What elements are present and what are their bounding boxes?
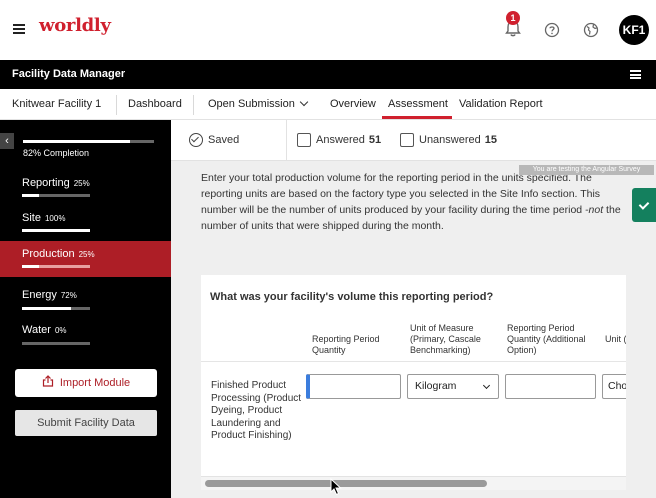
section-name: Production [22,248,75,260]
testing-badge: You are testing the Angular Survey [519,165,654,175]
divider [201,361,626,362]
answered-filter[interactable]: Answered 51 [316,134,381,146]
section-percent: 100% [44,214,66,223]
sidebar-item-energy[interactable]: Energy 72% [0,282,171,318]
unanswered-label: Unanswered [419,134,481,146]
section-progress [22,194,90,197]
sidebar-item-label: Production 25% [22,248,95,260]
globe-icon[interactable] [583,22,599,38]
unanswered-checkbox[interactable] [400,133,414,147]
horizontal-scrollbar[interactable] [201,476,626,490]
worldly-logo[interactable]: worldly [39,15,111,36]
status-bar: Saved Answered 51 Unanswered 15 [171,120,656,161]
additional-quantity-input[interactable] [505,374,596,399]
saved-status: Saved [208,134,240,146]
additional-unit-select[interactable]: Cho [602,374,626,399]
section-name: Water [22,324,51,336]
checkmark-icon[interactable] [632,188,656,222]
column-header: Reporting Period Quantity (Additional Op… [507,323,586,355]
section-percent: 25% [73,179,90,188]
import-module-label: Import Module [59,377,131,389]
answered-label: Answered [316,134,365,146]
app-bar: Facility Data Manager [0,60,656,89]
tab-overview[interactable]: Overview [330,98,376,110]
sidebar: ‹ 82% Completion Reporting 25% Site 100% P… [0,120,171,498]
answered-checkbox[interactable] [297,133,311,147]
quantity-input[interactable] [306,374,401,399]
facility-name: Knitwear Facility 1 [12,98,102,110]
completion-bar [23,140,154,143]
dashboard-link[interactable]: Dashboard [128,98,182,110]
hamburger-icon[interactable] [13,24,25,34]
sidebar-item-label: Reporting 25% [22,177,90,189]
sidebar-item-reporting[interactable]: Reporting 25% [0,170,171,206]
completion-label: 82% Completion [23,148,90,158]
instructions-text: Enter your total production volume for t… [201,172,601,216]
completion-bar-fill [23,140,131,143]
column-header: Reporting Period Quantity [312,334,380,355]
section-progress [22,229,90,232]
section-name: Reporting [22,177,70,189]
question-card: What was your facility's volume this rep… [201,275,626,490]
section-progress-fill [22,307,71,310]
upload-icon [42,375,53,387]
answered-count: 51 [368,134,382,146]
unit-select-value: Kilogram [415,380,457,392]
section-progress [22,265,90,268]
app-title: Facility Data Manager [12,68,126,80]
active-tab-indicator [382,116,452,119]
divider [193,95,194,115]
column-header: Unit (Add [605,334,626,344]
divider [116,95,117,115]
section-progress-fill [22,265,39,268]
sidebar-item-water[interactable]: Water 0% [0,317,171,353]
tab-assessment[interactable]: Assessment [388,98,448,110]
sidebar-item-production[interactable]: Production 25% [0,241,171,277]
section-progress [22,307,90,310]
row-label: Finished Product Processing (Product Dye… [211,380,302,442]
section-progress-fill [22,229,90,232]
chevron-down-icon [299,97,309,107]
chevron-down-icon [482,381,491,390]
submit-facility-data-button[interactable]: Submit Facility Data [15,410,157,436]
divider [286,120,287,161]
question-instructions: Enter your total production volume for t… [201,170,626,234]
pointer-cursor [330,478,342,496]
unanswered-filter[interactable]: Unanswered 15 [419,134,497,146]
submission-label: Open Submission [208,98,295,110]
sidebar-item-label: Site 100% [22,212,65,224]
additional-unit-value: Cho [608,380,626,392]
user-avatar[interactable]: KF1 [619,15,649,45]
check-circle-icon [189,133,203,147]
notification-badge: 1 [506,11,520,25]
scrollbar-thumb[interactable] [205,480,487,487]
top-header: worldly 1 KF1 [0,0,656,60]
help-icon[interactable] [544,22,560,38]
section-progress-fill [22,194,39,197]
section-progress [22,342,90,345]
instructions-emphasis: -not [585,204,604,216]
sidebar-item-label: Energy 72% [22,289,77,301]
menu-icon[interactable] [630,70,641,79]
submission-dropdown[interactable]: Open Submission [208,97,309,110]
collapse-icon[interactable]: ‹ [0,133,14,149]
section-percent: 72% [60,291,77,300]
section-name: Energy [22,289,57,301]
sidebar-item-site[interactable]: Site 100% [0,205,171,241]
section-percent: 25% [78,250,95,259]
unanswered-count: 15 [484,134,498,146]
import-module-button[interactable]: Import Module [15,369,157,397]
sub-navigation: Knitwear Facility 1 Dashboard Open Submi… [0,89,656,120]
section-name: Site [22,212,41,224]
sidebar-item-label: Water 0% [22,324,67,336]
question-title: What was your facility's volume this rep… [210,291,494,303]
unit-select[interactable]: Kilogram [407,374,499,399]
tab-validation-report[interactable]: Validation Report [459,98,543,110]
section-percent: 0% [54,326,67,335]
column-header: Unit of Measure (Primary, Cascale Benchm… [410,323,481,355]
